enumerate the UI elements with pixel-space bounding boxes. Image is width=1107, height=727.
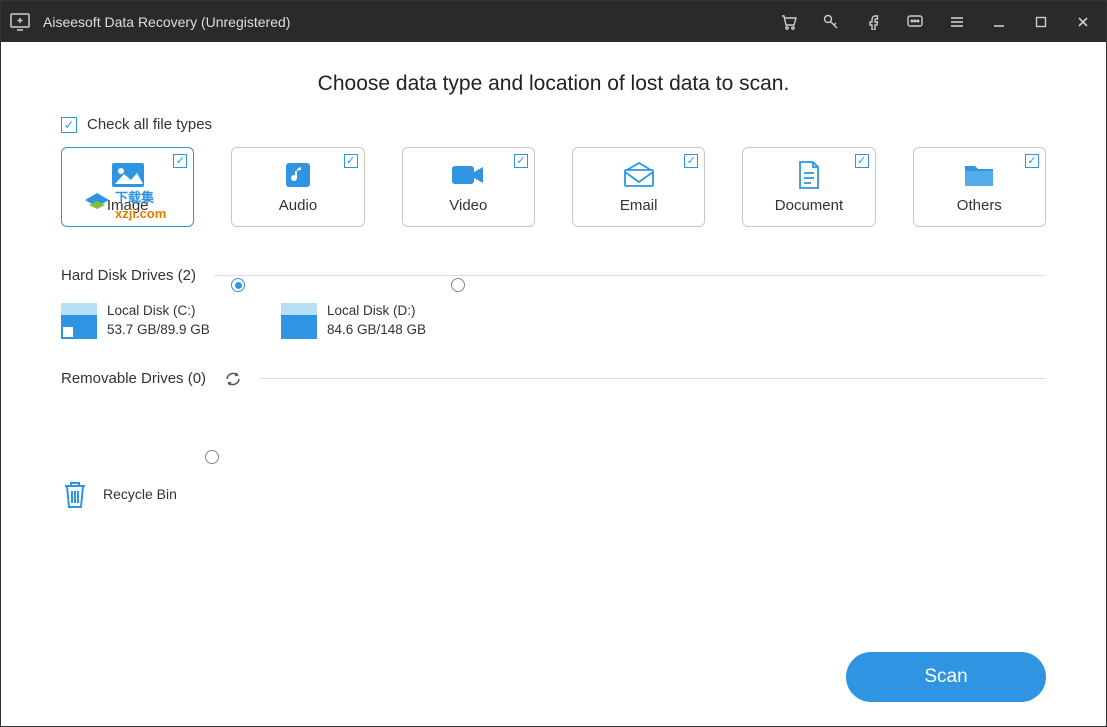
section-title-hdd: Hard Disk Drives (2) [61, 267, 196, 284]
type-card-audio[interactable]: Audio [231, 147, 364, 227]
check-all-row[interactable]: Check all file types [61, 116, 1046, 133]
type-label-document: Document [775, 197, 843, 214]
check-all-label: Check all file types [87, 116, 212, 133]
type-label-image: Image [107, 197, 149, 214]
recycle-bin[interactable]: Recycle Bin [61, 478, 1046, 510]
email-icon [622, 161, 656, 189]
minimize-button[interactable] [984, 7, 1014, 37]
type-card-email[interactable]: Email [572, 147, 705, 227]
type-checkbox-document[interactable] [855, 154, 869, 168]
type-label-others: Others [957, 197, 1002, 214]
recycle-label: Recycle Bin [103, 486, 177, 502]
drive-text-d: Local Disk (D:) 84.6 GB/148 GB [327, 302, 426, 340]
titlebar: Aiseesoft Data Recovery (Unregistered) [1, 1, 1106, 42]
drive-text-c: Local Disk (C:) 53.7 GB/89.9 GB [107, 302, 210, 340]
type-card-image[interactable]: Image [61, 147, 194, 227]
type-checkbox-audio[interactable] [344, 154, 358, 168]
type-checkbox-email[interactable] [684, 154, 698, 168]
type-label-email: Email [620, 197, 658, 214]
drive-icon-d [281, 303, 317, 339]
type-card-document[interactable]: Document [742, 147, 875, 227]
key-icon[interactable] [816, 7, 846, 37]
page-headline: Choose data type and location of lost da… [61, 72, 1046, 96]
cart-icon[interactable] [774, 7, 804, 37]
section-title-removable: Removable Drives (0) [61, 370, 206, 387]
type-checkbox-video[interactable] [514, 154, 528, 168]
drive-icon-c [61, 303, 97, 339]
document-icon [792, 161, 826, 189]
feedback-icon[interactable] [900, 7, 930, 37]
drive-name-c: Local Disk (C:) [107, 302, 210, 321]
type-card-others[interactable]: Others [913, 147, 1046, 227]
divider [214, 275, 1046, 276]
video-icon [451, 161, 485, 189]
section-hdd: Hard Disk Drives (2) [61, 267, 1046, 284]
check-all-checkbox[interactable] [61, 117, 77, 133]
type-checkbox-others[interactable] [1025, 154, 1039, 168]
maximize-button[interactable] [1026, 7, 1056, 37]
drive-size-c: 53.7 GB/89.9 GB [107, 321, 210, 340]
recycle-radio[interactable] [205, 450, 219, 464]
drive-d[interactable]: Local Disk (D:) 84.6 GB/148 GB [281, 302, 461, 340]
file-type-row: Image Audio Video Email [61, 147, 1046, 227]
folder-icon [962, 161, 996, 189]
section-removable: Removable Drives (0) [61, 370, 1046, 388]
drive-c[interactable]: Local Disk (C:) 53.7 GB/89.9 GB [61, 302, 241, 340]
drive-radio-d[interactable] [451, 278, 465, 292]
drive-name-d: Local Disk (D:) [327, 302, 426, 321]
refresh-icon[interactable] [224, 370, 242, 388]
scan-button[interactable]: Scan [846, 652, 1046, 702]
type-label-video: Video [449, 197, 487, 214]
type-label-audio: Audio [279, 197, 317, 214]
main-content: Choose data type and location of lost da… [1, 42, 1106, 726]
close-button[interactable] [1068, 7, 1098, 37]
image-icon [111, 161, 145, 189]
facebook-icon[interactable] [858, 7, 888, 37]
window-title: Aiseesoft Data Recovery (Unregistered) [43, 14, 290, 30]
drive-size-d: 84.6 GB/148 GB [327, 321, 426, 340]
divider [260, 378, 1046, 379]
type-checkbox-image[interactable] [173, 154, 187, 168]
app-icon [9, 12, 31, 32]
drives-row: Local Disk (C:) 53.7 GB/89.9 GB Local Di… [61, 302, 1046, 340]
recycle-bin-icon [61, 478, 89, 510]
audio-icon [281, 161, 315, 189]
type-card-video[interactable]: Video [402, 147, 535, 227]
menu-icon[interactable] [942, 7, 972, 37]
drive-radio-c[interactable] [231, 278, 245, 292]
